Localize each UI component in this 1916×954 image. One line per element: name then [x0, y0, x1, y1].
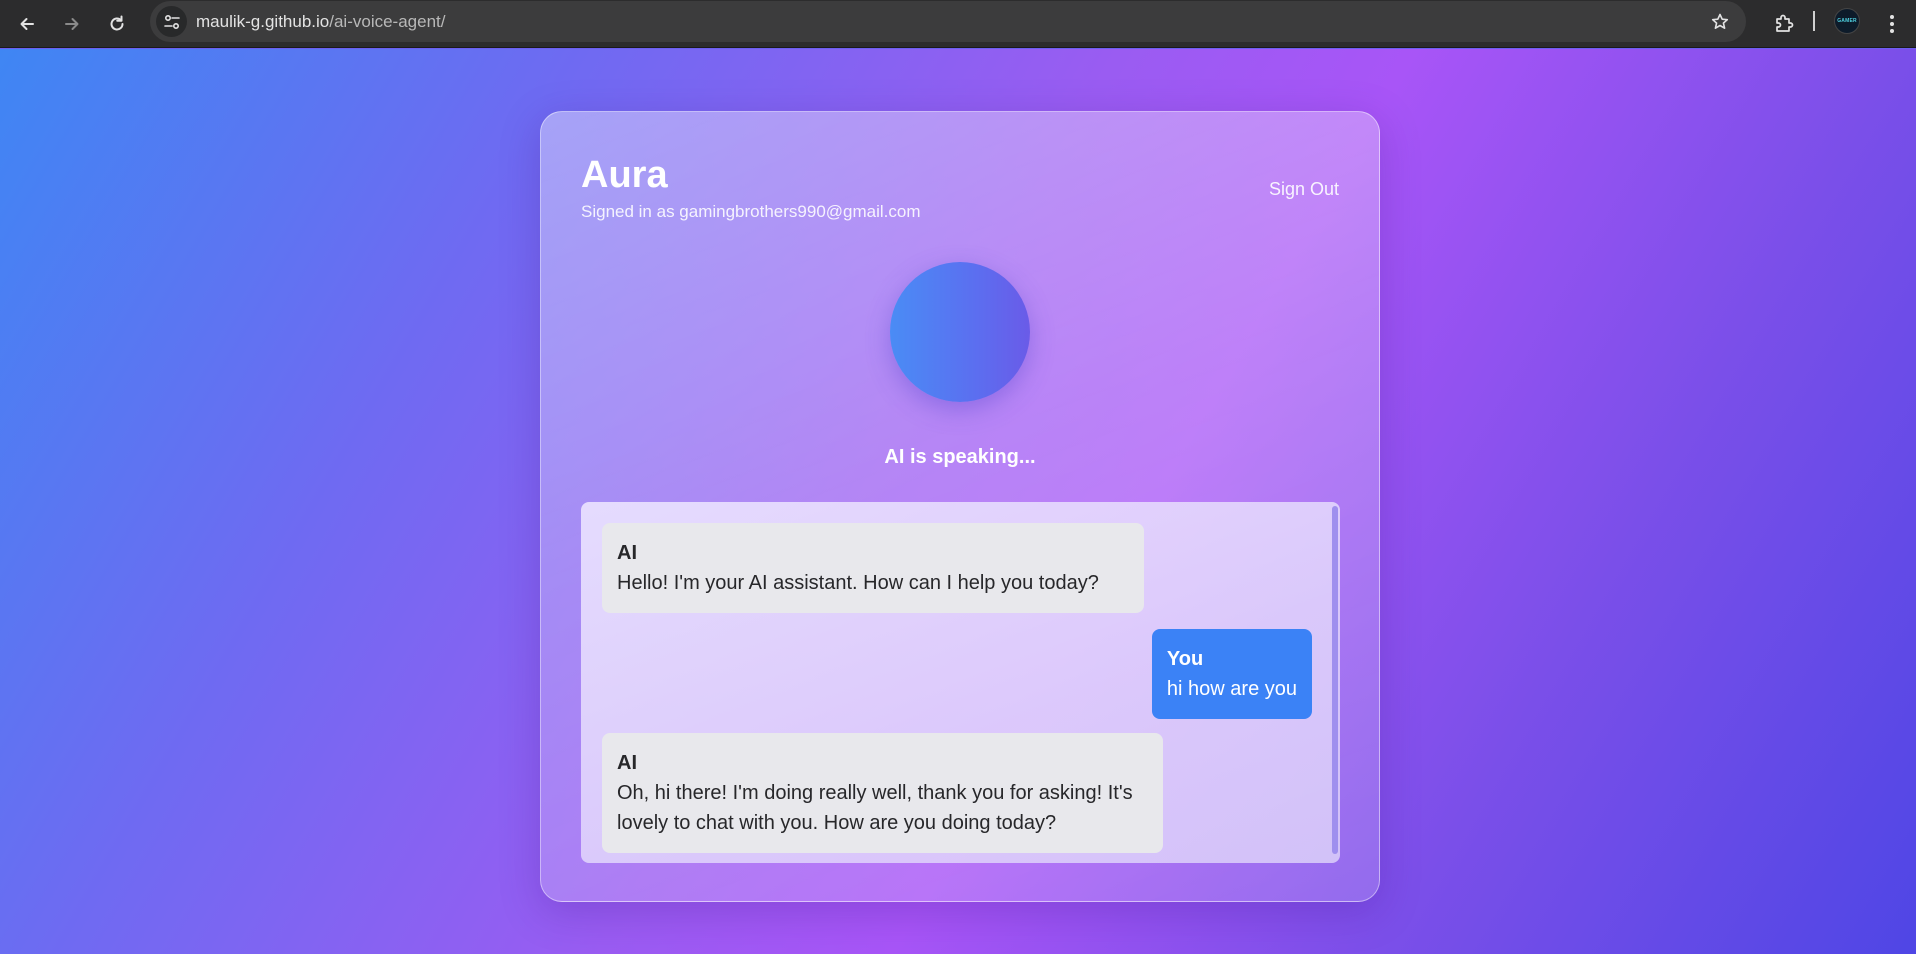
bookmark-star-icon	[1711, 13, 1729, 29]
bookmark-button[interactable]	[1708, 10, 1732, 34]
message-sender: You	[1166, 648, 1204, 670]
message-text: Oh, hi there! I'm doing really well, tha…	[617, 782, 1133, 834]
assistant-card: Aura Signed in as gamingbrothers990@gmai…	[540, 111, 1380, 902]
message-text: Hello! I'm your AI assistant. How can I …	[617, 572, 1099, 594]
chat-scrollbar[interactable]	[1332, 506, 1338, 854]
url-text[interactable]: maulik-g.github.io/ai-voice-agent/	[196, 12, 445, 32]
extensions-puzzle-icon	[1776, 14, 1794, 32]
sign-out-button[interactable]: Sign Out	[1269, 179, 1339, 200]
site-info-button[interactable]	[156, 6, 187, 37]
toolbar-divider	[1813, 11, 1815, 31]
address-bar[interactable]: maulik-g.github.io/ai-voice-agent/	[150, 1, 1746, 42]
profile-avatar[interactable]: GAMER	[1834, 8, 1860, 34]
chat-transcript[interactable]: AI Hello! I'm your AI assistant. How can…	[581, 502, 1340, 863]
app-title: Aura	[581, 154, 668, 196]
profile-badge-text: GAMER	[1837, 18, 1857, 24]
forward-button[interactable]	[56, 8, 88, 40]
chat-message-user: You hi how are you	[1151, 629, 1312, 719]
url-host: maulik-g.github.io	[196, 12, 330, 31]
message-text: hi how are you	[1166, 678, 1297, 700]
forward-arrow-icon	[65, 18, 79, 30]
reload-button[interactable]	[101, 8, 133, 40]
site-settings-icon	[163, 14, 180, 29]
extensions-button[interactable]	[1768, 8, 1800, 40]
browser-menu-button[interactable]	[1876, 8, 1908, 40]
url-path: /ai-voice-agent/	[329, 12, 446, 31]
kebab-menu-icon	[1890, 15, 1894, 33]
signed-in-label: Signed in as gamingbrothers990@gmail.com	[581, 202, 921, 221]
voice-orb[interactable]	[890, 262, 1030, 402]
message-sender: AI	[617, 542, 637, 564]
reload-icon	[110, 15, 124, 31]
chat-message-ai: AI Oh, hi there! I'm doing really well, …	[602, 733, 1163, 853]
status-text: AI is speaking...	[884, 446, 1036, 468]
message-sender: AI	[617, 752, 637, 774]
back-arrow-icon	[20, 18, 34, 30]
browser-toolbar: maulik-g.github.io/ai-voice-agent/ GAMER	[0, 0, 1916, 48]
back-button[interactable]	[11, 8, 43, 40]
chat-message-ai: AI Hello! I'm your AI assistant. How can…	[602, 523, 1144, 613]
page-background: Aura Signed in as gamingbrothers990@gmai…	[0, 49, 1916, 954]
